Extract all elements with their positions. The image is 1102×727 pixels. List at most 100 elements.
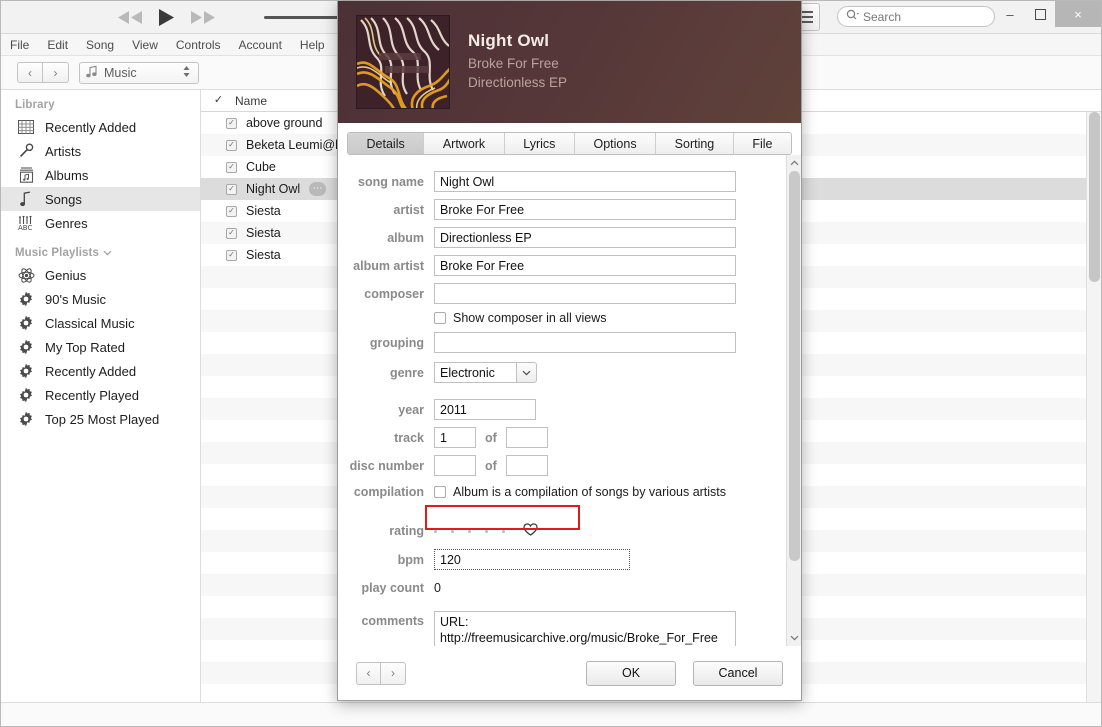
song-info-dialog: Night Owl Broke For Free Directionless E… [337, 1, 802, 701]
track-of-label: of [485, 430, 497, 445]
scrollbar-thumb[interactable] [789, 171, 800, 561]
more-options-icon[interactable]: ⋯ [309, 182, 327, 196]
sidebar-item-90s-music[interactable]: 90's Music [1, 287, 200, 311]
sidebar-library-header: Library [15, 99, 55, 111]
rating-star[interactable] [451, 529, 454, 533]
chevron-down-icon[interactable] [103, 247, 112, 259]
sidebar-item-label: Albums [45, 167, 89, 183]
row-checkbox[interactable]: ✓ [226, 227, 237, 239]
minimize-button[interactable]: – [995, 1, 1025, 27]
year-input[interactable]: 2011 [434, 399, 536, 420]
menu-item-edit[interactable]: Edit [47, 38, 68, 52]
menu-item-song[interactable]: Song [86, 38, 114, 52]
menu-item-file[interactable]: File [10, 38, 29, 52]
track-name: Siesta [246, 248, 281, 262]
chevron-down-icon[interactable] [516, 362, 537, 383]
sidebar-item-genius[interactable]: Genius [1, 263, 200, 287]
compilation-row[interactable]: Album is a compilation of songs by vario… [434, 485, 726, 499]
scroll-up-icon[interactable] [790, 158, 799, 168]
check-all-icon[interactable]: ✓ [213, 95, 224, 106]
scrollbar-thumb[interactable] [1089, 112, 1100, 282]
comments-textarea[interactable]: URL: http://freemusicarchive.org/music/B… [434, 611, 736, 646]
menu-item-help[interactable]: Help [300, 38, 325, 52]
sidebar-item-genres[interactable]: ABC Genres [1, 211, 200, 235]
sidebar-item-classical-music[interactable]: Classical Music [1, 311, 200, 335]
tab-details[interactable]: Details [348, 133, 425, 154]
next-song-button[interactable]: › [381, 661, 406, 685]
gear-icon [17, 290, 35, 308]
previous-song-button[interactable]: ‹ [356, 661, 381, 685]
show-composer-row[interactable]: Show composer in all views [434, 311, 607, 325]
close-button[interactable]: × [1055, 1, 1101, 27]
field-genre: genre Electronic [338, 362, 801, 383]
menu-item-account[interactable]: Account [239, 38, 282, 52]
composer-input[interactable] [434, 283, 736, 304]
sidebar-item-top-25-most-played[interactable]: Top 25 Most Played [1, 407, 200, 431]
album-artist-input[interactable]: Broke For Free [434, 255, 736, 276]
library-selector[interactable]: Music [79, 61, 199, 84]
row-checkbox[interactable]: ✓ [226, 205, 237, 217]
rating-star[interactable] [434, 529, 437, 533]
sidebar-item-my-top-rated[interactable]: My Top Rated [1, 335, 200, 359]
track-list-scrollbar[interactable] [1086, 112, 1101, 702]
tab-artwork[interactable]: Artwork [424, 133, 505, 154]
search-input[interactable]: Search [837, 6, 995, 27]
tab-lyrics[interactable]: Lyrics [504, 133, 575, 154]
row-checkbox[interactable]: ✓ [226, 117, 237, 129]
label-bpm: bpm [397, 552, 424, 567]
maximize-button[interactable] [1025, 1, 1055, 27]
field-disc-number: disc number of [338, 455, 801, 476]
album-input[interactable]: Directionless EP [434, 227, 736, 248]
forward-button[interactable]: › [43, 62, 69, 83]
sidebar-item-label: Genius [45, 267, 87, 283]
menu-item-view[interactable]: View [132, 38, 158, 52]
sidebar-item-label: Songs [45, 191, 82, 207]
window-controls: – × [995, 1, 1101, 27]
ok-button[interactable]: OK [586, 660, 676, 686]
track-total-input[interactable] [505, 427, 548, 448]
menu-item-controls[interactable]: Controls [176, 38, 221, 52]
rating-star[interactable] [502, 529, 505, 533]
row-checkbox[interactable]: ✓ [226, 161, 237, 173]
sidebar-item-recently-added[interactable]: Recently Added [1, 115, 200, 139]
genre-input[interactable]: Electronic [434, 362, 516, 383]
compilation-checkbox[interactable] [434, 486, 446, 498]
back-button[interactable]: ‹ [17, 62, 43, 83]
cancel-button[interactable]: Cancel [693, 660, 783, 686]
bpm-input[interactable]: 120 [434, 549, 630, 570]
artist-input[interactable]: Broke For Free [434, 199, 736, 220]
tab-sorting[interactable]: Sorting [656, 133, 734, 154]
sidebar-item-artists[interactable]: Artists [1, 139, 200, 163]
heart-icon[interactable] [523, 523, 538, 539]
song-name-input[interactable]: Night Owl [434, 171, 736, 192]
tab-options[interactable]: Options [574, 133, 657, 154]
sidebar-item-songs[interactable]: Songs [1, 187, 200, 211]
disc-total-input[interactable] [505, 455, 548, 476]
label-grouping: grouping [369, 335, 424, 350]
dialog-tabs: Details Artwork Lyrics Options Sorting F… [347, 132, 792, 155]
play-icon[interactable] [157, 8, 176, 27]
tab-file[interactable]: File [733, 133, 791, 154]
dialog-song-artist: Broke For Free [468, 56, 559, 71]
row-checkbox[interactable]: ✓ [226, 249, 237, 261]
sidebar-playlists-header[interactable]: Music Playlists [1, 244, 200, 263]
label-disc-number: disc number [349, 458, 424, 473]
show-composer-checkbox[interactable] [434, 312, 446, 324]
rating-star[interactable] [485, 529, 488, 533]
grouping-input[interactable] [434, 332, 736, 353]
sidebar-item-recently-played[interactable]: Recently Played [1, 383, 200, 407]
track-number-input[interactable]: 1 [434, 427, 476, 448]
rating-star[interactable] [468, 529, 471, 533]
disc-number-input[interactable] [434, 455, 476, 476]
row-checkbox[interactable]: ✓ [226, 183, 237, 195]
row-checkbox[interactable]: ✓ [226, 139, 237, 151]
sidebar-item-albums[interactable]: Albums [1, 163, 200, 187]
fastforward-icon[interactable] [190, 10, 216, 25]
sidebar-item-recently-added-playlist[interactable]: Recently Added [1, 359, 200, 383]
dialog-scrollbar[interactable] [786, 155, 801, 646]
rewind-icon[interactable] [117, 10, 143, 25]
rating-stars[interactable] [434, 529, 505, 533]
sidebar-item-label: Top 25 Most Played [45, 411, 160, 427]
sidebar-item-label: Genres [45, 215, 88, 231]
scroll-down-icon[interactable] [790, 633, 799, 643]
